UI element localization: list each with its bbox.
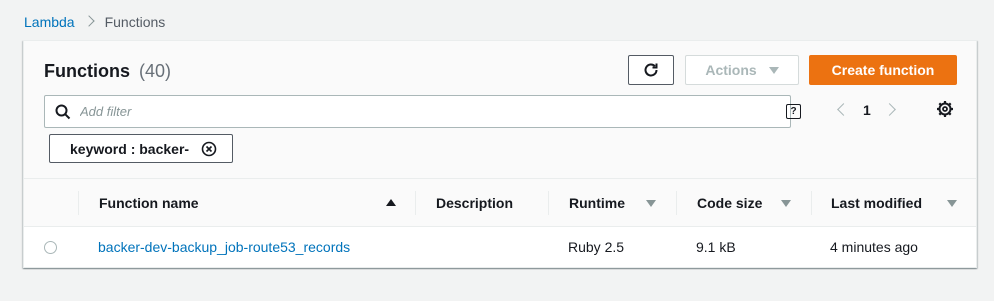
filter-box: ? [44,95,801,128]
filter-input[interactable] [80,96,760,127]
sort-icon[interactable] [781,200,791,207]
column-header-last-modified[interactable]: Last modified [831,179,922,227]
chevron-right-icon[interactable] [884,99,900,121]
column-header-description[interactable]: Description [436,179,513,227]
current-page[interactable]: 1 [863,102,871,118]
filter-token-label: keyword : backer- [70,140,190,157]
refresh-button[interactable] [628,55,674,85]
refresh-icon [644,63,658,77]
column-header-runtime[interactable]: Runtime [569,179,625,227]
sort-ascending-icon[interactable] [386,199,396,206]
row-select-radio[interactable] [44,241,57,254]
search-icon [55,104,71,120]
table-row[interactable]: backer-dev-backup_job-route53_records Ru… [24,227,976,267]
column-divider [811,191,812,215]
functions-panel: Functions (40) Actions Create function ?… [23,40,977,268]
help-icon[interactable]: ? [786,104,801,119]
breadcrumb: Lambda Functions [24,14,165,30]
breadcrumb-lambda-link[interactable]: Lambda [24,14,75,30]
function-last-modified: 4 minutes ago [830,239,918,255]
function-code-size: 9.1 kB [696,239,736,255]
actions-label: Actions [705,62,757,78]
gear-icon[interactable] [936,100,954,118]
column-divider [415,191,416,215]
actions-button[interactable]: Actions [685,55,799,85]
title-text: Functions [44,61,130,81]
column-divider [78,191,79,215]
column-header-code-size[interactable]: Code size [697,179,762,227]
panel-header: Functions (40) Actions Create function ?… [24,41,976,179]
pagination: 1 [834,99,900,121]
function-runtime: Ruby 2.5 [568,239,625,255]
sort-icon[interactable] [947,200,957,207]
function-count: (40) [139,61,172,81]
column-divider [548,191,549,215]
function-name-link[interactable]: backer-dev-backup_job-route53_records [98,227,350,267]
close-icon[interactable] [201,141,217,157]
breadcrumb-current: Functions [104,14,166,30]
chevron-right-icon [85,15,95,29]
filter-token: keyword : backer- [49,134,233,163]
column-header-function-name[interactable]: Function name [99,179,199,227]
caret-down-icon [768,66,779,74]
table-header: Function name Description Runtime Code s… [24,179,976,227]
page-title: Functions (40) [44,61,171,82]
chevron-left-icon[interactable] [834,99,850,121]
column-divider [676,191,677,215]
sort-icon[interactable] [646,200,656,207]
create-function-button[interactable]: Create function [809,55,957,85]
